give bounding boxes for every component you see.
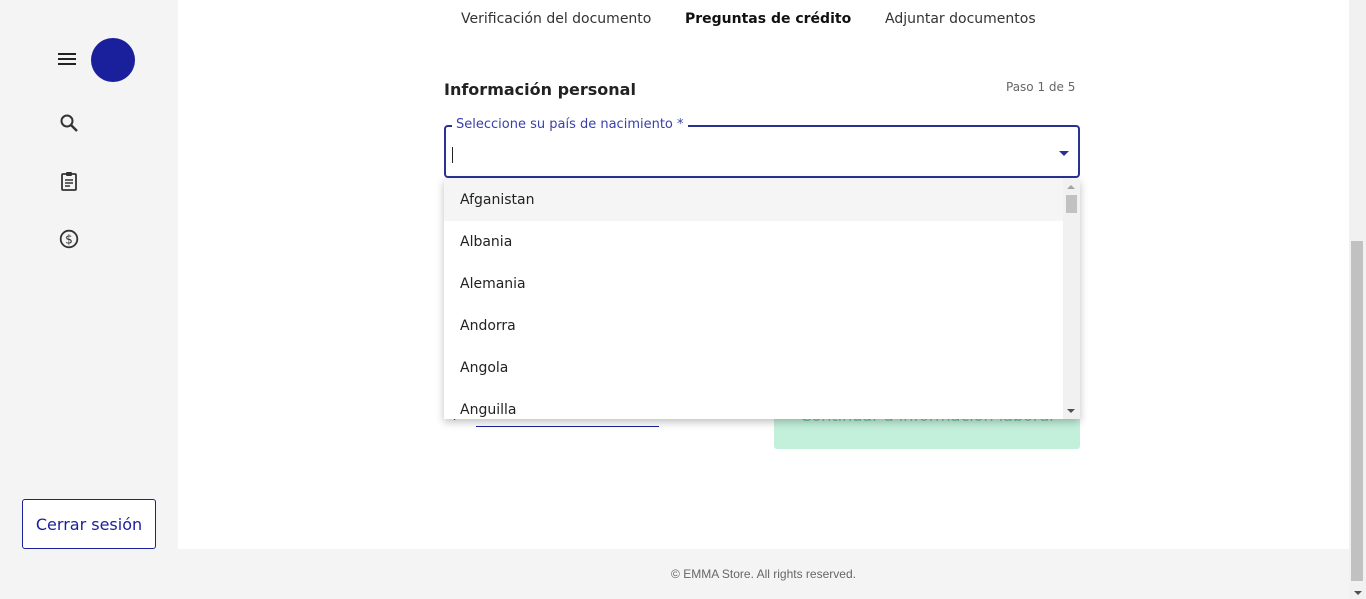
page-scrollbar[interactable] (1349, 0, 1366, 599)
option-alemania[interactable]: Alemania (444, 263, 1063, 305)
section-title: Información personal (444, 80, 636, 99)
step-indicator: Paso 1 de 5 (1006, 80, 1076, 94)
caret-down-icon[interactable] (1059, 151, 1069, 156)
dropdown-scroll-thumb[interactable] (1066, 195, 1077, 213)
scroll-up-icon[interactable] (1067, 185, 1075, 189)
page-scroll-down-icon[interactable] (1354, 591, 1362, 595)
option-andorra[interactable]: Andorra (444, 305, 1063, 347)
birth-country-select[interactable]: Seleccione su país de nacimiento * (444, 117, 1080, 178)
scroll-down-icon[interactable] (1067, 409, 1075, 413)
text-cursor (452, 147, 453, 163)
menu-icon[interactable] (57, 51, 77, 67)
birth-country-label: Seleccione su país de nacimiento * (452, 117, 688, 132)
dollar-icon[interactable]: $ (59, 229, 79, 249)
page-scroll-thumb[interactable] (1351, 241, 1363, 581)
option-afganistan[interactable]: Afganistan (444, 179, 1063, 221)
tab-document-verification[interactable]: Verificación del documento (461, 11, 651, 27)
sidebar: $ Cerrar sesión (0, 0, 178, 599)
option-anguilla[interactable]: Anguilla (444, 389, 1063, 419)
avatar[interactable] (91, 38, 135, 82)
clipboard-icon[interactable] (59, 171, 79, 191)
tab-attach-documents[interactable]: Adjuntar documentos (885, 11, 1036, 27)
svg-text:$: $ (65, 233, 73, 247)
dropdown-scrollbar[interactable] (1063, 179, 1080, 419)
footer: © EMMA Store. All rights reserved. (178, 549, 1349, 599)
option-albania[interactable]: Albania (444, 221, 1063, 263)
back-link[interactable] (476, 418, 659, 427)
logout-button[interactable]: Cerrar sesión (22, 499, 156, 549)
tab-credit-questions[interactable]: Preguntas de crédito (685, 11, 851, 27)
country-dropdown-list[interactable]: Afganistan Albania Alemania Andorra Ango… (444, 179, 1080, 419)
option-angola[interactable]: Angola (444, 347, 1063, 389)
copyright-text: © EMMA Store. All rights reserved. (671, 567, 856, 581)
search-icon[interactable] (59, 113, 79, 133)
